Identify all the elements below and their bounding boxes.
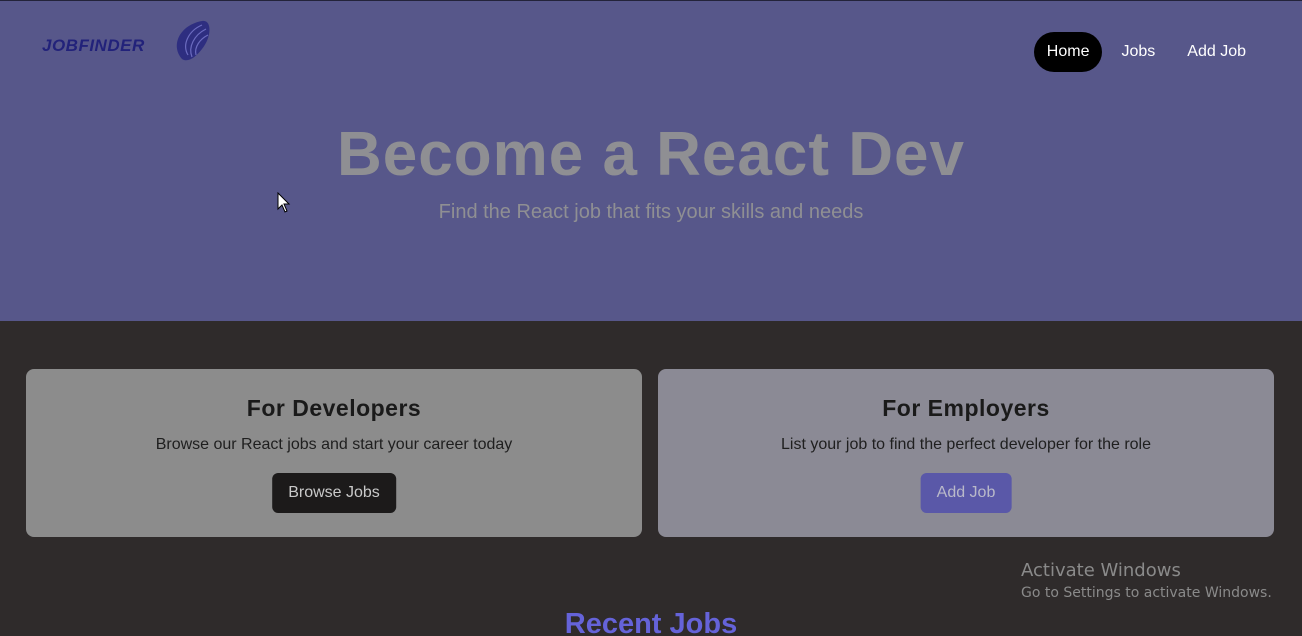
watermark-title: Activate Windows <box>1021 560 1181 581</box>
jobfinder-logo-icon: JOBFINDER <box>42 20 210 61</box>
browse-jobs-button[interactable]: Browse Jobs <box>272 473 396 513</box>
recent-jobs-heading: Recent Jobs <box>564 608 738 636</box>
nav-jobs[interactable]: Jobs <box>1108 32 1168 72</box>
employers-card-title: For Employers <box>882 395 1050 421</box>
employers-card-text: List your job to find the perfect develo… <box>781 436 1151 453</box>
page: JOBFINDER Home Jobs Add Job Become a Rea… <box>0 0 1302 636</box>
nav-home[interactable]: Home <box>1033 32 1103 72</box>
logo[interactable]: JOBFINDER <box>42 19 212 65</box>
activate-windows-watermark: Activate Windows Go to Settings to activ… <box>1021 560 1272 604</box>
hero-section: JOBFINDER Home Jobs Add Job Become a Rea… <box>0 0 1302 321</box>
add-job-button[interactable]: Add Job <box>920 473 1012 513</box>
hero-title: Become a React Dev <box>337 120 965 189</box>
employers-card: For Employers List your job to find the … <box>658 369 1274 537</box>
developers-card-text: Browse our React jobs and start your car… <box>155 436 513 453</box>
watermark-subtitle: Go to Settings to activate Windows. <box>1021 585 1272 601</box>
logo-text: JOBFINDER <box>42 36 145 55</box>
main-nav: Home Jobs Add Job <box>1033 32 1259 72</box>
hero-subtitle: Find the React job that fits your skills… <box>438 201 864 223</box>
developers-card-title: For Developers <box>246 395 422 421</box>
developers-card: For Developers Browse our React jobs and… <box>26 369 642 537</box>
nav-add-job[interactable]: Add Job <box>1174 32 1259 72</box>
mouse-pointer-icon <box>277 192 291 213</box>
